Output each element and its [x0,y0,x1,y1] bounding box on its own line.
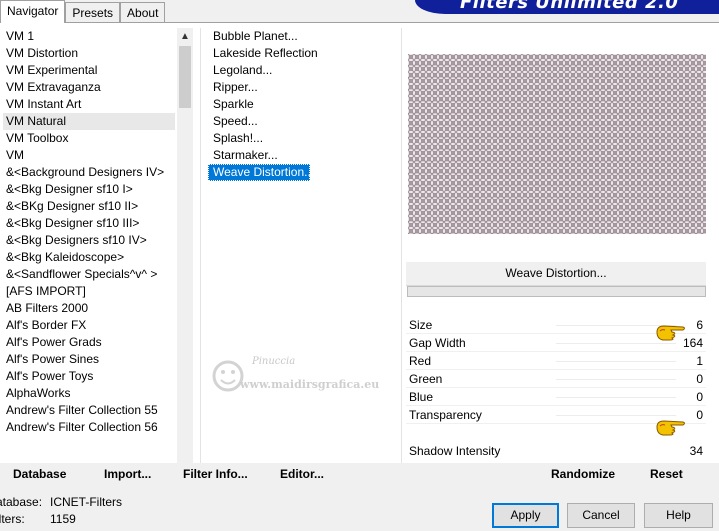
category-item[interactable]: Alf's Border FX [3,317,175,334]
filter-item[interactable]: Speed... [208,113,396,130]
category-item[interactable]: VM Extravaganza [3,79,175,96]
param-slider[interactable] [556,397,676,398]
filter-item[interactable]: Ripper... [208,79,396,96]
category-item[interactable]: &<BKg Designer sf10 II> [3,198,175,215]
divider [401,28,402,480]
param-label: Size [409,318,433,332]
category-item[interactable]: AB Filters 2000 [3,300,175,317]
category-item[interactable]: &<Background Designers IV> [3,164,175,181]
randomize-button[interactable]: Randomize [551,467,615,481]
status-value: ICNET-Filters [50,495,122,509]
param-value: 0 [696,390,703,404]
param-row[interactable]: Red 1 [406,352,706,370]
filter-item[interactable]: Legoland... [208,62,396,79]
param-label: Gap Width [409,336,466,350]
param-row[interactable]: Blue 0 [406,388,706,406]
filter-item[interactable]: Sparkle [208,96,396,113]
filter-info-button[interactable]: Filter Info... [183,467,248,481]
param-label: Red [409,354,432,368]
category-item[interactable]: &<Bkg Designer sf10 III> [3,215,175,232]
filter-item[interactable]: Splash!... [208,130,396,147]
param-slider[interactable] [556,343,676,344]
category-item[interactable]: &<Bkg Designer sf10 I> [3,181,175,198]
param-slider[interactable] [556,379,676,380]
category-item[interactable]: AlphaWorks [3,385,175,402]
import-button[interactable]: Import... [104,467,151,481]
param-value: 0 [696,372,703,386]
status-label: atabase: [0,495,43,509]
progress-bar [407,286,706,297]
scroll-up-icon[interactable]: ▲ [177,28,193,45]
filter-item[interactable]: Bubble Planet... [208,28,396,45]
category-item[interactable]: &<Sandflower Specials^v^ > [3,266,175,283]
apply-button[interactable]: Apply [492,503,559,528]
param-label: Shadow Intensity [409,444,501,458]
tab-navigator[interactable]: Navigator [0,0,66,23]
category-item[interactable]: Alf's Power Toys [3,368,175,385]
param-value: 0 [696,408,703,422]
editor-button[interactable]: Editor... [280,467,324,481]
reset-button[interactable]: Reset [650,467,683,481]
status-value: 1159 [50,512,76,526]
param-row-shadow-intensity[interactable]: Shadow Intensity 34 [406,442,706,460]
app-banner: Filters Unlimited 2.0 [415,0,719,14]
param-value: 34 [689,444,703,458]
category-item[interactable]: Alf's Power Sines [3,351,175,368]
category-item[interactable]: Andrew's Filter Collection 55 [3,402,175,419]
param-slider[interactable] [556,361,676,362]
pointing-hand-icon [656,325,685,341]
filter-item[interactable]: Weave Distortion... [208,164,314,181]
pointing-hand-icon [656,420,685,436]
tab-about[interactable]: About [120,2,166,23]
preview-image [408,54,706,234]
status-label: ilters: [0,512,25,526]
status-info: atabase: ICNET-Filters ilters: 1159 [0,494,150,528]
divider [200,28,201,480]
category-item[interactable]: [AFS IMPORT] [3,283,175,300]
scroll-thumb[interactable] [179,46,191,108]
param-label: Green [409,372,443,386]
category-item[interactable]: &<Bkg Kaleidoscope> [3,249,175,266]
category-item[interactable]: VM Natural [3,113,175,130]
param-slider[interactable] [556,415,676,416]
bottom-toolbar: Database Import... Filter Info... Editor… [0,463,719,489]
category-list[interactable]: VM 1 VM Distortion VM Experimental VM Extra… [3,28,175,480]
category-item[interactable]: VM [3,147,175,164]
category-item[interactable]: VM Experimental [3,62,175,79]
category-item[interactable]: VM 1 [3,28,175,45]
watermark: Pinuccia www.maidirsgrafica.eu [212,356,392,416]
database-button[interactable]: Database [13,467,66,481]
navigator-panel: VM 1 VM Distortion VM Experimental VM Extra… [0,22,719,489]
cancel-button[interactable]: Cancel [567,503,635,528]
tab-bar: Navigator Presets About [0,0,166,23]
category-item[interactable]: Alf's Power Grads [3,334,175,351]
tab-presets[interactable]: Presets [65,2,121,23]
status-filters: ilters: 1159 [0,511,150,528]
app-title: Filters Unlimited 2.0 [460,0,679,13]
param-value: 6 [696,318,703,332]
category-item[interactable]: VM Instant Art [3,96,175,113]
status-database: atabase: ICNET-Filters [0,494,150,511]
param-label: Blue [409,390,434,404]
category-item[interactable]: Andrew's Filter Collection 56 [3,419,175,436]
filter-item[interactable]: Starmaker... [208,147,396,164]
param-label: Transparency [409,408,482,422]
category-item[interactable]: VM Distortion [3,45,175,62]
watermark-url: www.maidirsgrafica.eu [240,378,380,391]
param-value: 1 [696,354,703,368]
param-row[interactable]: Green 0 [406,370,706,388]
filter-item[interactable]: Lakeside Reflection [208,45,396,62]
filter-name-display: Weave Distortion... [406,262,706,286]
help-button[interactable]: Help [644,503,713,528]
category-scrollbar[interactable]: ▲ ▼ [177,28,193,480]
category-item[interactable]: &<Bkg Designers sf10 IV> [3,232,175,249]
category-item[interactable]: VM Toolbox [3,130,175,147]
watermark-name: Pinuccia [252,356,296,367]
